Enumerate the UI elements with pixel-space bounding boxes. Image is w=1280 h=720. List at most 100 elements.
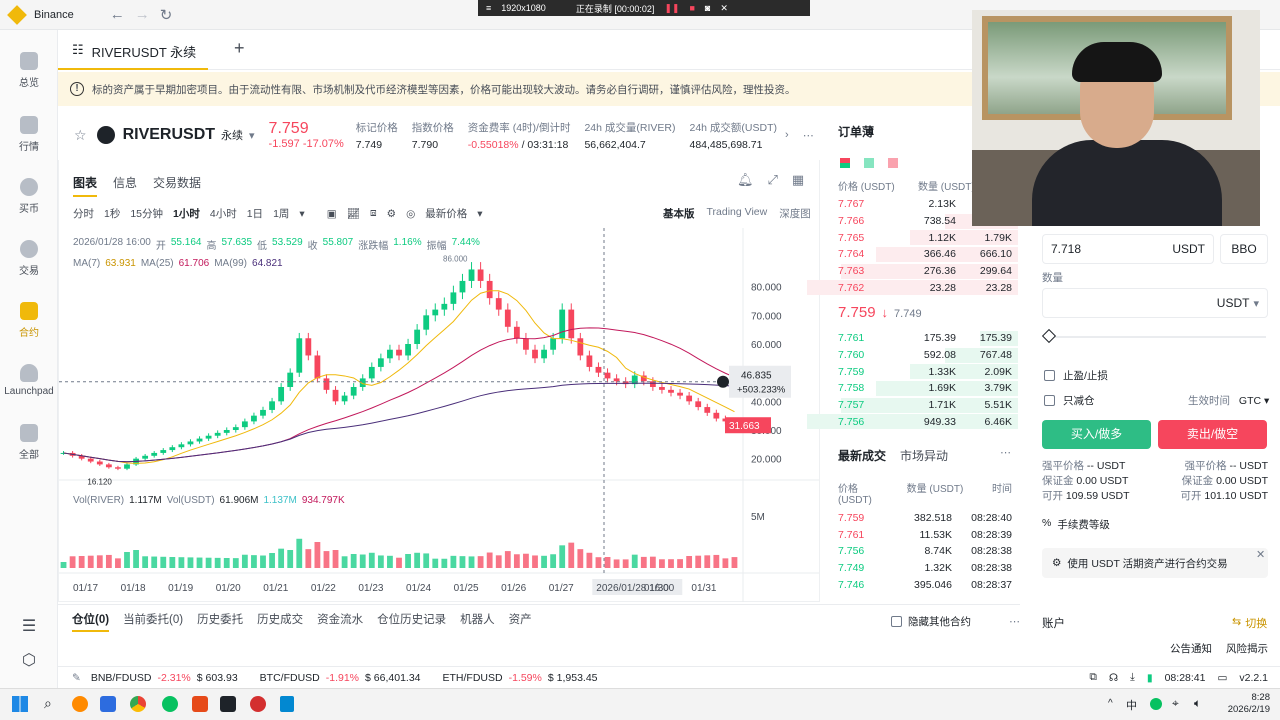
bid-row[interactable]: 7.761 175.39 175.39 (826, 330, 1018, 347)
sell-short-button[interactable]: 卖出/做空 (1158, 420, 1267, 449)
tab-latest-trades[interactable]: 最新成交 (838, 447, 886, 464)
price-type-select[interactable]: 最新价格 (425, 206, 467, 221)
layout-icon[interactable]: ▦ (792, 172, 804, 188)
bid-row[interactable]: 7.757 1.71K 5.51K (826, 397, 1018, 414)
interval-1s[interactable]: 1秒 (104, 206, 120, 221)
interval-1h[interactable]: 1小时 (173, 206, 200, 221)
download-icon[interactable]: ⤓ (1130, 671, 1135, 684)
quantity-input[interactable]: USDT ▾ (1042, 288, 1268, 318)
symbol-name[interactable]: RIVERUSDT (123, 126, 215, 144)
bid-row[interactable]: 7.758 1.69K 3.79K (826, 380, 1018, 397)
menu-icon[interactable]: ≡ (486, 3, 491, 13)
more-icon[interactable]: ⋯ (803, 129, 814, 142)
volume-icon[interactable]: 🔈︎ (1194, 696, 1201, 711)
recorder-icon[interactable] (250, 696, 266, 712)
risk-disclosure-link[interactable]: 风险揭示 (1226, 641, 1268, 656)
interval-line[interactable]: 分时 (73, 206, 94, 221)
tab-info[interactable]: 信息 (113, 174, 137, 197)
indicator-icon[interactable]: 📈︎ (347, 207, 360, 220)
more-icon[interactable]: ⋯ (1000, 446, 1011, 459)
positions-tab[interactable]: 机器人 (460, 611, 495, 632)
compare-icon[interactable]: ⧈ (370, 207, 377, 220)
close-promo-icon[interactable]: ✕ (1256, 548, 1265, 561)
positions-tab[interactable]: 资产 (509, 611, 532, 632)
tif-select[interactable]: GTC (1239, 395, 1261, 407)
sidebar-item-overview[interactable]: 总览 (0, 52, 58, 89)
fee-tier-link[interactable]: % 手续费等级 (1042, 517, 1110, 532)
tab-trading-data[interactable]: 交易数据 (153, 174, 201, 197)
file-explorer-icon[interactable] (100, 696, 116, 712)
ask-row[interactable]: 7.765 1.12K 1.79K (826, 229, 1018, 246)
back-icon[interactable]: ← (110, 6, 125, 23)
unit-dropdown-icon[interactable]: ▾ (1253, 297, 1259, 310)
notepad-icon[interactable] (280, 696, 294, 712)
tif-dropdown-icon[interactable]: ▾ (1261, 395, 1269, 407)
positions-tab[interactable]: 历史委托 (197, 611, 243, 632)
candle-type-icon[interactable]: ▣ (327, 208, 337, 220)
tab-chart[interactable]: 图表 (73, 174, 98, 197)
marquee-item[interactable]: BTC/FDUSD -1.91% $ 66,401.34 (260, 672, 421, 684)
price-input[interactable]: 7.718 USDT (1042, 234, 1214, 264)
buy-long-button[interactable]: 买入/做多 (1042, 420, 1151, 449)
promo-banner[interactable]: ⚙ 使用 USDT 活期资产进行合约交易 (1042, 548, 1268, 578)
bid-row[interactable]: 7.759 1.33K 2.09K (826, 363, 1018, 380)
chart-settings-icon[interactable]: ⚙ (387, 208, 396, 220)
sidebar-item-buy[interactable]: 买币 (0, 178, 58, 215)
clock[interactable]: 8:28 2026/2/19 (1226, 692, 1270, 716)
tpsl-checkbox[interactable] (1044, 370, 1055, 381)
close-icon[interactable]: ✕ (720, 3, 728, 14)
positions-tab[interactable]: 资金流水 (317, 611, 363, 632)
reload-icon[interactable]: ↻ (160, 6, 173, 24)
camera-icon[interactable]: ◙ (705, 3, 710, 13)
settings-icon[interactable]: ⬡ (0, 650, 58, 670)
edit-icon[interactable]: ✎ (72, 672, 81, 684)
hide-other-checkbox[interactable] (891, 616, 902, 627)
bell-icon[interactable]: 🔔︎ (737, 172, 754, 188)
book-view-both-icon[interactable] (840, 158, 850, 168)
reduce-only-checkbox[interactable] (1044, 395, 1055, 406)
taskbar-app-icon[interactable] (72, 696, 88, 712)
bid-row[interactable]: 7.756 949.33 6.46K (806, 413, 1018, 430)
view-tradingview[interactable]: Trading View (707, 206, 768, 221)
candlestick-chart[interactable]: 80.00070.00060.00050.00040.00030.00020.0… (59, 228, 819, 602)
positions-tab[interactable]: 仓位(0) (72, 611, 110, 632)
chrome-icon[interactable] (130, 696, 146, 712)
interval-1d[interactable]: 1日 (247, 206, 263, 221)
sidebar-item-markets[interactable]: 行情 (0, 116, 58, 153)
tray-arrow-icon[interactable]: ^ (1108, 698, 1113, 709)
bid-row[interactable]: 7.760 592.08 767.48 (826, 347, 1018, 364)
bbo-button[interactable]: BBO (1220, 234, 1268, 264)
quantity-slider[interactable] (1046, 336, 1266, 338)
binance-taskbar-icon[interactable] (220, 696, 236, 712)
target-icon[interactable]: ◎ (406, 208, 415, 220)
announcements-link[interactable]: 公告通知 (1170, 641, 1212, 656)
positions-tab[interactable]: 历史成交 (257, 611, 303, 632)
view-basic[interactable]: 基本版 (663, 206, 695, 221)
book-view-asks-icon[interactable] (888, 158, 898, 168)
marquee-item[interactable]: ETH/FDUSD -1.59% $ 1,953.45 (443, 672, 598, 684)
add-tab-button[interactable]: + (234, 38, 245, 59)
search-icon[interactable]: ⌕ (44, 695, 52, 712)
layout-icon[interactable]: ⧉ (1089, 671, 1097, 684)
headset-icon[interactable]: ☊ (1109, 672, 1118, 684)
marquee-item[interactable]: BNB/FDUSD -2.31% $ 603.93 (91, 672, 238, 684)
interval-15m[interactable]: 15分钟 (130, 206, 163, 221)
network-icon[interactable]: ⌖ (1172, 696, 1179, 711)
positions-tab[interactable]: 当前委托(0) (123, 611, 183, 632)
scroll-right-icon[interactable]: › (785, 129, 789, 141)
interval-1w[interactable]: 1周 (273, 206, 289, 221)
symbol-dropdown-icon[interactable]: ▾ (249, 129, 255, 142)
ime-indicator[interactable]: 中 (1126, 697, 1137, 713)
sidebar-item-all[interactable]: 全部 (0, 424, 58, 461)
wechat-icon[interactable] (162, 696, 178, 712)
positions-tab[interactable]: 仓位历史记录 (377, 611, 446, 632)
interval-dropdown-icon[interactable]: ▾ (299, 208, 304, 220)
switch-account-button[interactable]: ⇆ 切换 (1232, 615, 1267, 631)
fullscreen-icon[interactable]: ⤢ (768, 172, 778, 188)
wechat-tray-icon[interactable] (1150, 698, 1162, 710)
sidebar-item-futures[interactable]: 合约 (0, 302, 58, 339)
sidebar-item-trade[interactable]: 交易 (0, 240, 58, 277)
collapse-icon[interactable]: ☰ (0, 616, 58, 636)
favorite-star-icon[interactable]: ☆ (74, 127, 87, 144)
ask-row[interactable]: 7.762 23.28 23.28 (806, 279, 1018, 296)
